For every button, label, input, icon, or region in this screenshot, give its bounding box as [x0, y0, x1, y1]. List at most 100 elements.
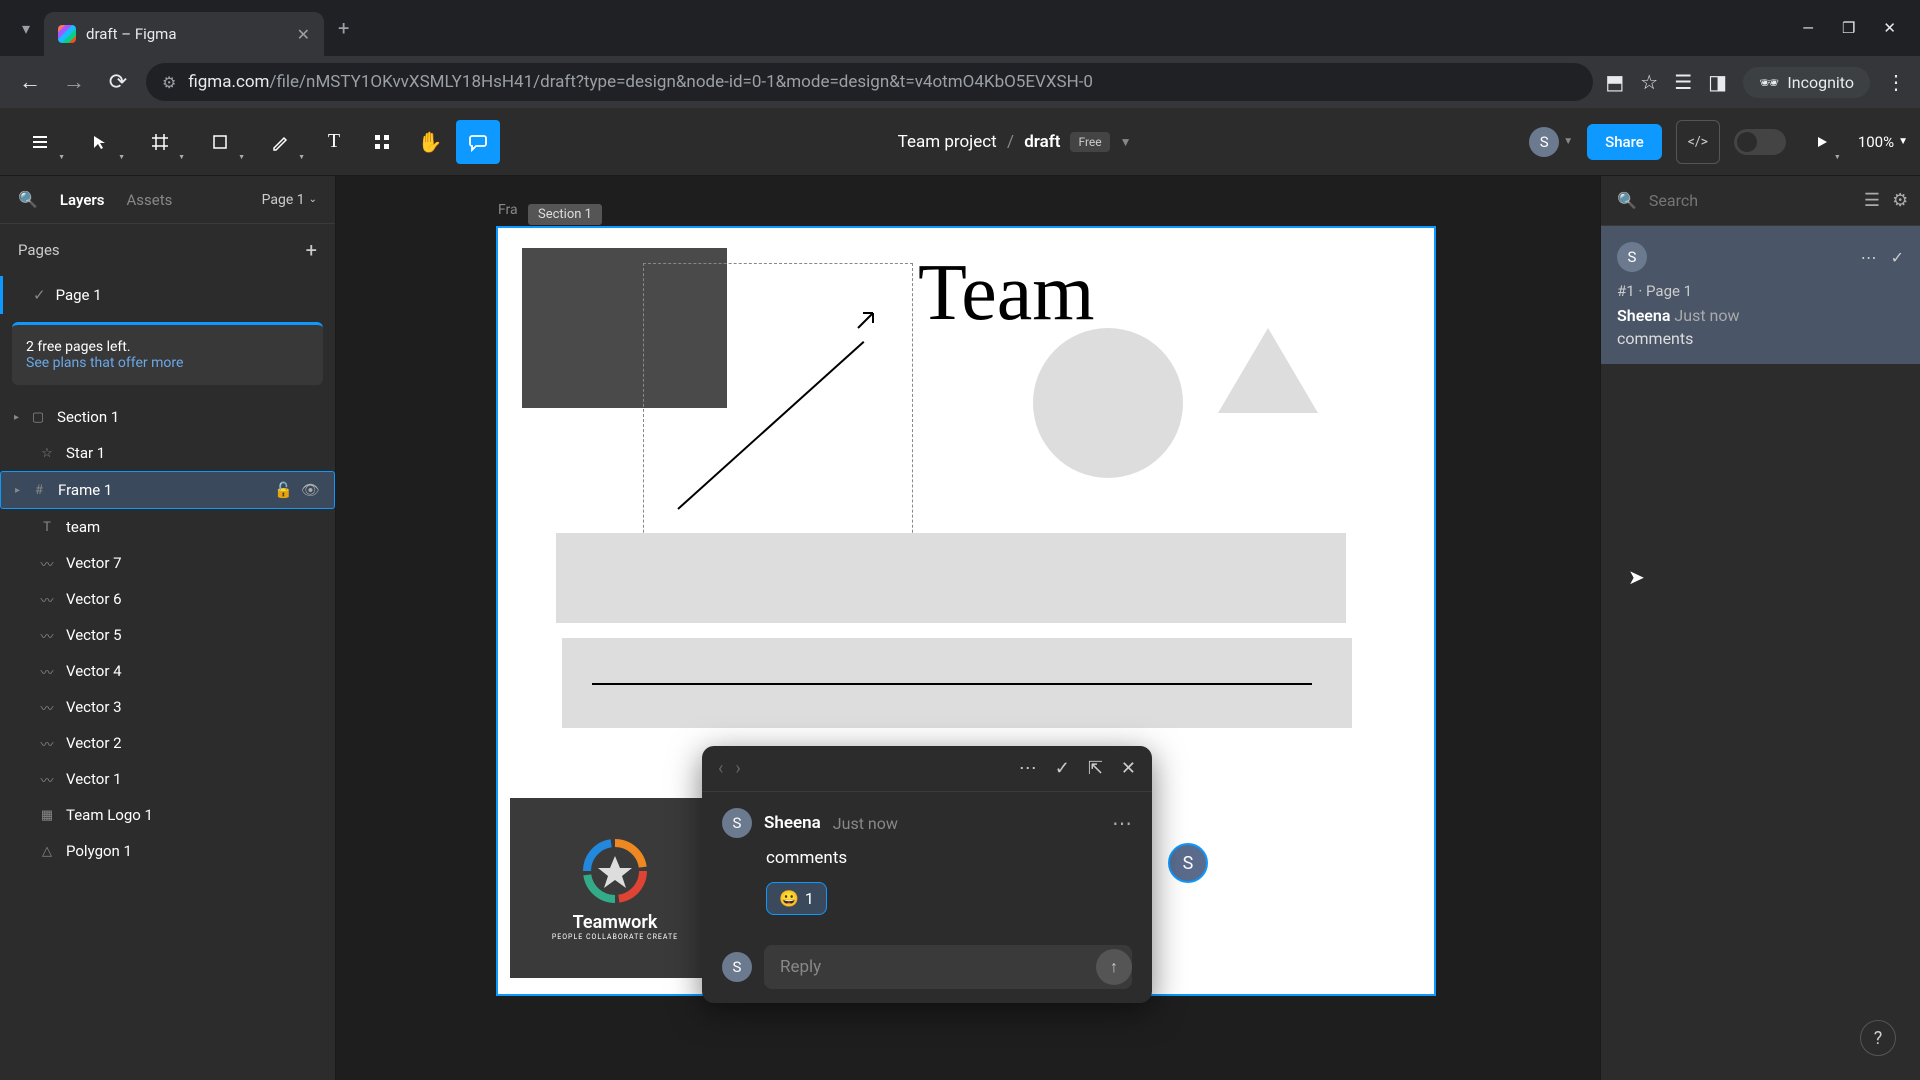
- card-avatar: S: [1617, 242, 1647, 272]
- send-reply-button[interactable]: ↑: [1096, 949, 1132, 985]
- search-layers-icon[interactable]: 🔍: [18, 190, 38, 209]
- pages-header-label: Pages: [18, 241, 60, 259]
- frame-tool[interactable]: ▼: [132, 120, 188, 164]
- maximize-button[interactable]: ❐: [1842, 19, 1855, 37]
- comment-item-menu-icon[interactable]: ⋯: [1112, 811, 1132, 835]
- breadcrumb[interactable]: Team project / draft: [898, 132, 1061, 152]
- horizontal-line[interactable]: [592, 683, 1312, 685]
- sort-comments-icon[interactable]: ☰: [1864, 190, 1880, 211]
- help-button[interactable]: ?: [1860, 1020, 1896, 1056]
- tab-search-dropdown[interactable]: ▾: [8, 10, 44, 46]
- comment-author: Sheena: [764, 813, 821, 833]
- incognito-badge[interactable]: 🕶 Incognito: [1743, 67, 1870, 98]
- layer-row[interactable]: 〰Vector 4: [0, 653, 335, 689]
- incognito-icon: 🕶: [1759, 73, 1779, 92]
- dev-mode-button[interactable]: </>: [1676, 120, 1720, 164]
- dock-comment-icon[interactable]: ⇱: [1088, 758, 1103, 779]
- browser-menu-icon[interactable]: ⋮: [1886, 70, 1906, 94]
- ellipse[interactable]: [1033, 328, 1183, 478]
- assets-tab[interactable]: Assets: [127, 191, 173, 209]
- comment-tool[interactable]: [456, 120, 500, 164]
- figma-menu-button[interactable]: ▼: [12, 120, 68, 164]
- layer-row[interactable]: 〰Vector 5: [0, 617, 335, 653]
- rectangle-2[interactable]: [562, 638, 1352, 728]
- install-app-icon[interactable]: ⬒: [1605, 70, 1624, 94]
- shape-tool[interactable]: ▼: [192, 120, 248, 164]
- layer-row[interactable]: ☆Star 1: [0, 435, 335, 471]
- next-comment-button[interactable]: ›: [735, 758, 740, 779]
- comment-timestamp: Just now: [833, 814, 898, 833]
- visibility-icon[interactable]: 👁: [301, 481, 320, 499]
- card-resolve-icon[interactable]: ✓: [1891, 248, 1904, 267]
- layer-name: Section 1: [57, 408, 119, 426]
- user-avatar[interactable]: S: [1529, 127, 1559, 157]
- rectangle-1[interactable]: [556, 533, 1346, 623]
- card-comment-text: comments: [1617, 329, 1904, 348]
- page-selector[interactable]: Page 1 ⌄: [262, 192, 317, 208]
- layer-type-icon: #: [30, 481, 48, 499]
- comment-thread-popup: ‹ › ⋯ ✓ ⇱ ✕ S Sheena Just now ⋯ comments: [702, 746, 1152, 1003]
- reload-button[interactable]: ⟳: [102, 70, 134, 95]
- polygon-triangle[interactable]: [1218, 328, 1318, 413]
- layer-type-icon: ☆: [38, 444, 56, 462]
- layer-row[interactable]: 〰Vector 1: [0, 761, 335, 797]
- new-tab-button[interactable]: +: [324, 16, 363, 40]
- site-settings-icon[interactable]: ⚙: [162, 73, 176, 92]
- address-bar[interactable]: ⚙ figma.com/file/nMSTY1OKvvXSMLY18HsH41/…: [146, 63, 1593, 101]
- layer-row[interactable]: ▸▢Section 1: [0, 399, 335, 435]
- teamwork-logo-graphic: [580, 836, 650, 906]
- layer-row[interactable]: 〰Vector 3: [0, 689, 335, 725]
- resolve-comment-icon[interactable]: ✓: [1055, 758, 1070, 779]
- layer-row[interactable]: ▸#Frame 1🔓👁: [0, 471, 335, 509]
- layer-row[interactable]: 〰Vector 6: [0, 581, 335, 617]
- minimize-button[interactable]: —: [1802, 19, 1814, 37]
- side-panel-icon[interactable]: ◨: [1708, 70, 1727, 94]
- layer-name: Vector 4: [66, 662, 122, 680]
- add-page-button[interactable]: +: [306, 238, 317, 262]
- hand-tool[interactable]: ✋: [408, 120, 452, 164]
- zoom-control[interactable]: 100%▼: [1858, 133, 1908, 151]
- close-window-button[interactable]: ✕: [1883, 19, 1896, 37]
- present-button[interactable]: ▼: [1800, 120, 1844, 164]
- filter-comments-icon[interactable]: ⚙: [1892, 190, 1908, 211]
- team-logo-image[interactable]: Teamwork PEOPLE COLLABORATE CREATE: [510, 798, 720, 978]
- layer-row[interactable]: ▦Team Logo 1: [0, 797, 335, 833]
- text-tool[interactable]: T: [312, 120, 356, 164]
- pen-tool[interactable]: ▼: [252, 120, 308, 164]
- see-plans-link[interactable]: See plans that offer more: [26, 355, 183, 371]
- reading-list-icon[interactable]: ☰: [1674, 70, 1692, 94]
- resources-tool[interactable]: [360, 120, 404, 164]
- file-menu-chevron-icon[interactable]: ▼: [1120, 135, 1132, 149]
- canvas[interactable]: Fra Section 1 Team Teamwork PEOPLE COLLA…: [336, 176, 1600, 1080]
- card-more-icon[interactable]: ⋯: [1861, 248, 1877, 267]
- comment-more-icon[interactable]: ⋯: [1019, 758, 1037, 779]
- dev-mode-toggle[interactable]: [1734, 129, 1786, 155]
- page-row[interactable]: ✓ Page 1: [0, 276, 335, 314]
- close-comment-icon[interactable]: ✕: [1121, 758, 1136, 779]
- layer-row[interactable]: 〰Vector 2: [0, 725, 335, 761]
- layer-name: Vector 7: [66, 554, 122, 572]
- free-pages-notice: 2 free pages left. See plans that offer …: [12, 322, 323, 385]
- layer-type-icon: △: [38, 842, 56, 860]
- lock-icon[interactable]: 🔓: [274, 481, 293, 499]
- bookmark-icon[interactable]: ☆: [1640, 70, 1658, 94]
- user-menu-chevron-icon[interactable]: ▼: [1563, 136, 1573, 147]
- reaction-chip[interactable]: 😀 1: [766, 882, 827, 915]
- team-handwriting[interactable]: Team: [918, 248, 1095, 339]
- layers-tab[interactable]: Layers: [60, 191, 105, 209]
- share-button[interactable]: Share: [1587, 124, 1662, 160]
- section-tag[interactable]: Section 1: [528, 204, 602, 225]
- layer-row[interactable]: △Polygon 1: [0, 833, 335, 869]
- prev-comment-button[interactable]: ‹: [718, 758, 723, 779]
- reply-input[interactable]: Reply: [764, 945, 1132, 989]
- back-button[interactable]: ←: [14, 69, 46, 95]
- close-tab-icon[interactable]: ✕: [297, 25, 310, 44]
- comment-card[interactable]: S ⋯ ✓ #1 · Page 1 Sheena Just now commen…: [1601, 226, 1920, 364]
- layer-row[interactable]: Tteam: [0, 509, 335, 545]
- layer-row[interactable]: 〰Vector 7: [0, 545, 335, 581]
- layer-type-icon: 〰: [38, 734, 56, 752]
- move-tool[interactable]: ▼: [72, 120, 128, 164]
- comment-search-input[interactable]: [1649, 191, 1852, 210]
- forward-button[interactable]: →: [58, 69, 90, 95]
- browser-tab[interactable]: draft – Figma ✕: [44, 12, 324, 56]
